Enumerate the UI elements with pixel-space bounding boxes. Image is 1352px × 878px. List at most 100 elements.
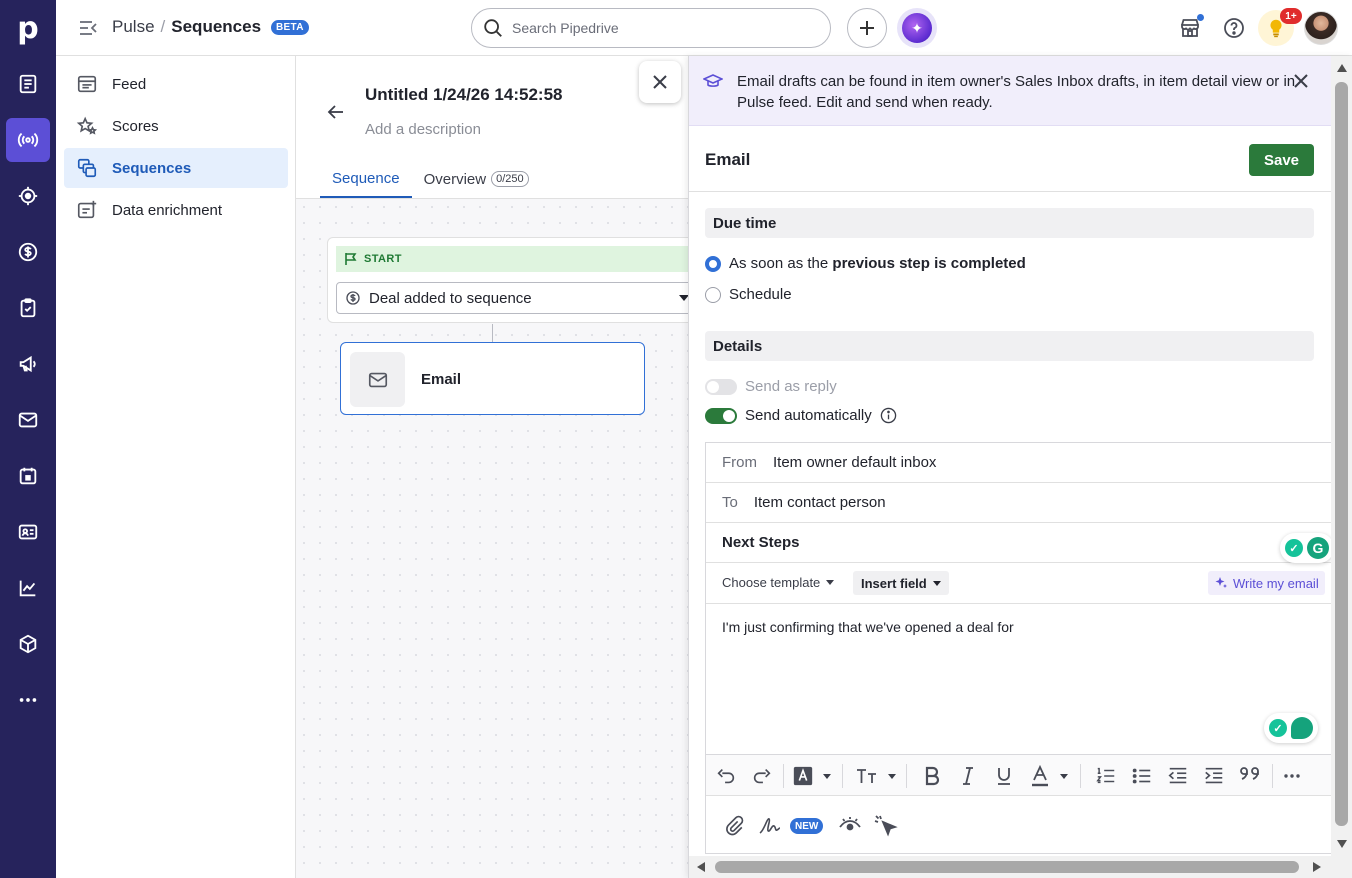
from-row[interactable]: From Item owner default inbox [706, 443, 1346, 483]
subject-row[interactable]: Next Steps [706, 523, 1346, 563]
insights-chart-icon[interactable] [6, 566, 50, 610]
ai-assistant-button[interactable]: ✦ [897, 8, 937, 48]
due-option-schedule[interactable]: Schedule [705, 286, 792, 303]
quote-icon[interactable] [1238, 764, 1262, 788]
scroll-right-icon[interactable] [1313, 862, 1321, 872]
paperclip-icon[interactable] [722, 814, 746, 838]
email-step-label: Email [421, 371, 462, 388]
bold-icon[interactable] [920, 764, 944, 788]
subnav-item-sequences[interactable]: Sequences [64, 148, 288, 188]
link-tracking-cursor-icon[interactable] [874, 814, 898, 838]
vertical-scroll-thumb[interactable] [1335, 82, 1348, 826]
pulse-broadcast-icon[interactable] [6, 118, 50, 162]
subnav-item-data-enrichment[interactable]: Data enrichment [64, 190, 288, 230]
ai-sparkle-icon [1215, 577, 1227, 588]
tab-overview[interactable]: Overview 0/250 [412, 160, 541, 198]
target-icon[interactable] [6, 174, 50, 218]
indent-icon[interactable] [1202, 764, 1226, 788]
collapse-menu-icon[interactable] [78, 18, 98, 38]
outdent-icon[interactable] [1166, 764, 1190, 788]
search-icon [484, 19, 502, 37]
trigger-select[interactable]: Deal added to sequence [336, 282, 696, 314]
email-tracking-eye-icon[interactable] [838, 814, 862, 838]
bulleted-list-icon[interactable] [1130, 764, 1154, 788]
highlight-color-icon[interactable] [791, 764, 815, 788]
font-size-icon[interactable] [855, 764, 879, 788]
deals-dollar-icon[interactable] [6, 230, 50, 274]
due-option-after-previous[interactable]: As soon as the previous step is complete… [705, 255, 1026, 272]
undo-icon[interactable] [714, 764, 738, 788]
scroll-left-icon[interactable] [697, 862, 705, 872]
beta-badge: BETA [271, 19, 309, 35]
subject-input[interactable]: Next Steps [722, 534, 800, 551]
insert-field-button[interactable]: Insert field [853, 571, 949, 595]
horizontal-scrollbar[interactable] [689, 856, 1352, 878]
scroll-up-icon[interactable] [1337, 64, 1347, 72]
data-enrichment-icon [77, 200, 97, 219]
subnav-label: Data enrichment [112, 201, 223, 219]
activities-clipboard-icon[interactable] [6, 286, 50, 330]
calendar-icon[interactable] [6, 454, 50, 498]
subnav-label: Feed [112, 75, 147, 93]
scroll-down-icon[interactable] [1337, 840, 1347, 848]
chevron-down-icon[interactable] [823, 774, 831, 779]
info-icon[interactable] [880, 407, 897, 424]
back-arrow-icon[interactable] [326, 102, 346, 122]
help-icon[interactable] [1222, 16, 1246, 40]
signature-icon[interactable] [758, 814, 782, 838]
save-button[interactable]: Save [1249, 144, 1314, 176]
sequence-canvas[interactable]: START Deal added to sequence Email [296, 198, 708, 878]
plus-icon [860, 21, 874, 35]
underline-icon[interactable] [992, 764, 1016, 788]
user-avatar[interactable] [1304, 11, 1338, 45]
to-row[interactable]: To Item contact person [706, 483, 1346, 523]
quick-add-button[interactable] [847, 8, 887, 48]
close-panel-button[interactable] [639, 61, 681, 103]
text-color-icon[interactable] [1028, 764, 1052, 788]
italic-icon[interactable] [956, 764, 980, 788]
envelope-icon [350, 352, 405, 407]
email-body[interactable]: I'm just confirming that we've opened a … [722, 619, 1014, 635]
more-options-icon[interactable] [1280, 764, 1304, 788]
search-input[interactable] [512, 20, 812, 36]
grammarly-widget[interactable]: ✓ G [1280, 533, 1334, 563]
grammarly-widget-body[interactable]: ✓ [1264, 713, 1318, 743]
sequence-title[interactable]: Untitled 1/24/26 14:52:58 [365, 85, 562, 105]
from-value[interactable]: Item owner default inbox [773, 454, 936, 471]
send-automatically-toggle[interactable] [705, 407, 737, 424]
attachment-row: NEW [706, 796, 1346, 854]
tab-label: Overview [423, 170, 487, 188]
to-value[interactable]: Item contact person [754, 494, 886, 511]
chevron-down-icon[interactable] [1060, 774, 1068, 779]
formatting-toolbar [706, 754, 1346, 796]
sequence-description[interactable]: Add a description [365, 121, 481, 138]
leads-inbox-icon[interactable] [6, 62, 50, 106]
radio-selected[interactable] [705, 255, 721, 272]
mail-icon[interactable] [6, 398, 50, 442]
subnav-item-feed[interactable]: Feed [64, 64, 288, 104]
write-my-email-button[interactable]: Write my email [1208, 571, 1325, 595]
due-option-label: Schedule [729, 286, 792, 303]
more-icon[interactable] [6, 678, 50, 722]
breadcrumb-parent[interactable]: Pulse [112, 17, 155, 37]
breadcrumb-separator: / [160, 17, 166, 36]
chevron-down-icon[interactable] [888, 774, 896, 779]
subnav-item-scores[interactable]: Scores [64, 106, 288, 146]
campaigns-megaphone-icon[interactable] [6, 342, 50, 386]
graduation-cap-icon [703, 72, 723, 92]
step-connector [492, 324, 493, 342]
vertical-scrollbar[interactable] [1331, 56, 1352, 856]
horizontal-scroll-thumb[interactable] [715, 861, 1299, 873]
start-card: START Deal added to sequence [327, 237, 708, 323]
choose-template-button[interactable]: Choose template [722, 575, 835, 590]
pipedrive-logo[interactable]: p [0, 0, 56, 56]
redo-icon[interactable] [750, 764, 774, 788]
email-step-node[interactable]: Email [340, 342, 645, 415]
radio-unselected[interactable] [705, 286, 721, 303]
products-box-icon[interactable] [6, 622, 50, 666]
contacts-card-icon[interactable] [6, 510, 50, 554]
global-search[interactable] [471, 8, 831, 48]
tab-sequence[interactable]: Sequence [320, 160, 412, 198]
numbered-list-icon[interactable] [1094, 764, 1118, 788]
dismiss-banner-icon[interactable] [1291, 71, 1311, 91]
